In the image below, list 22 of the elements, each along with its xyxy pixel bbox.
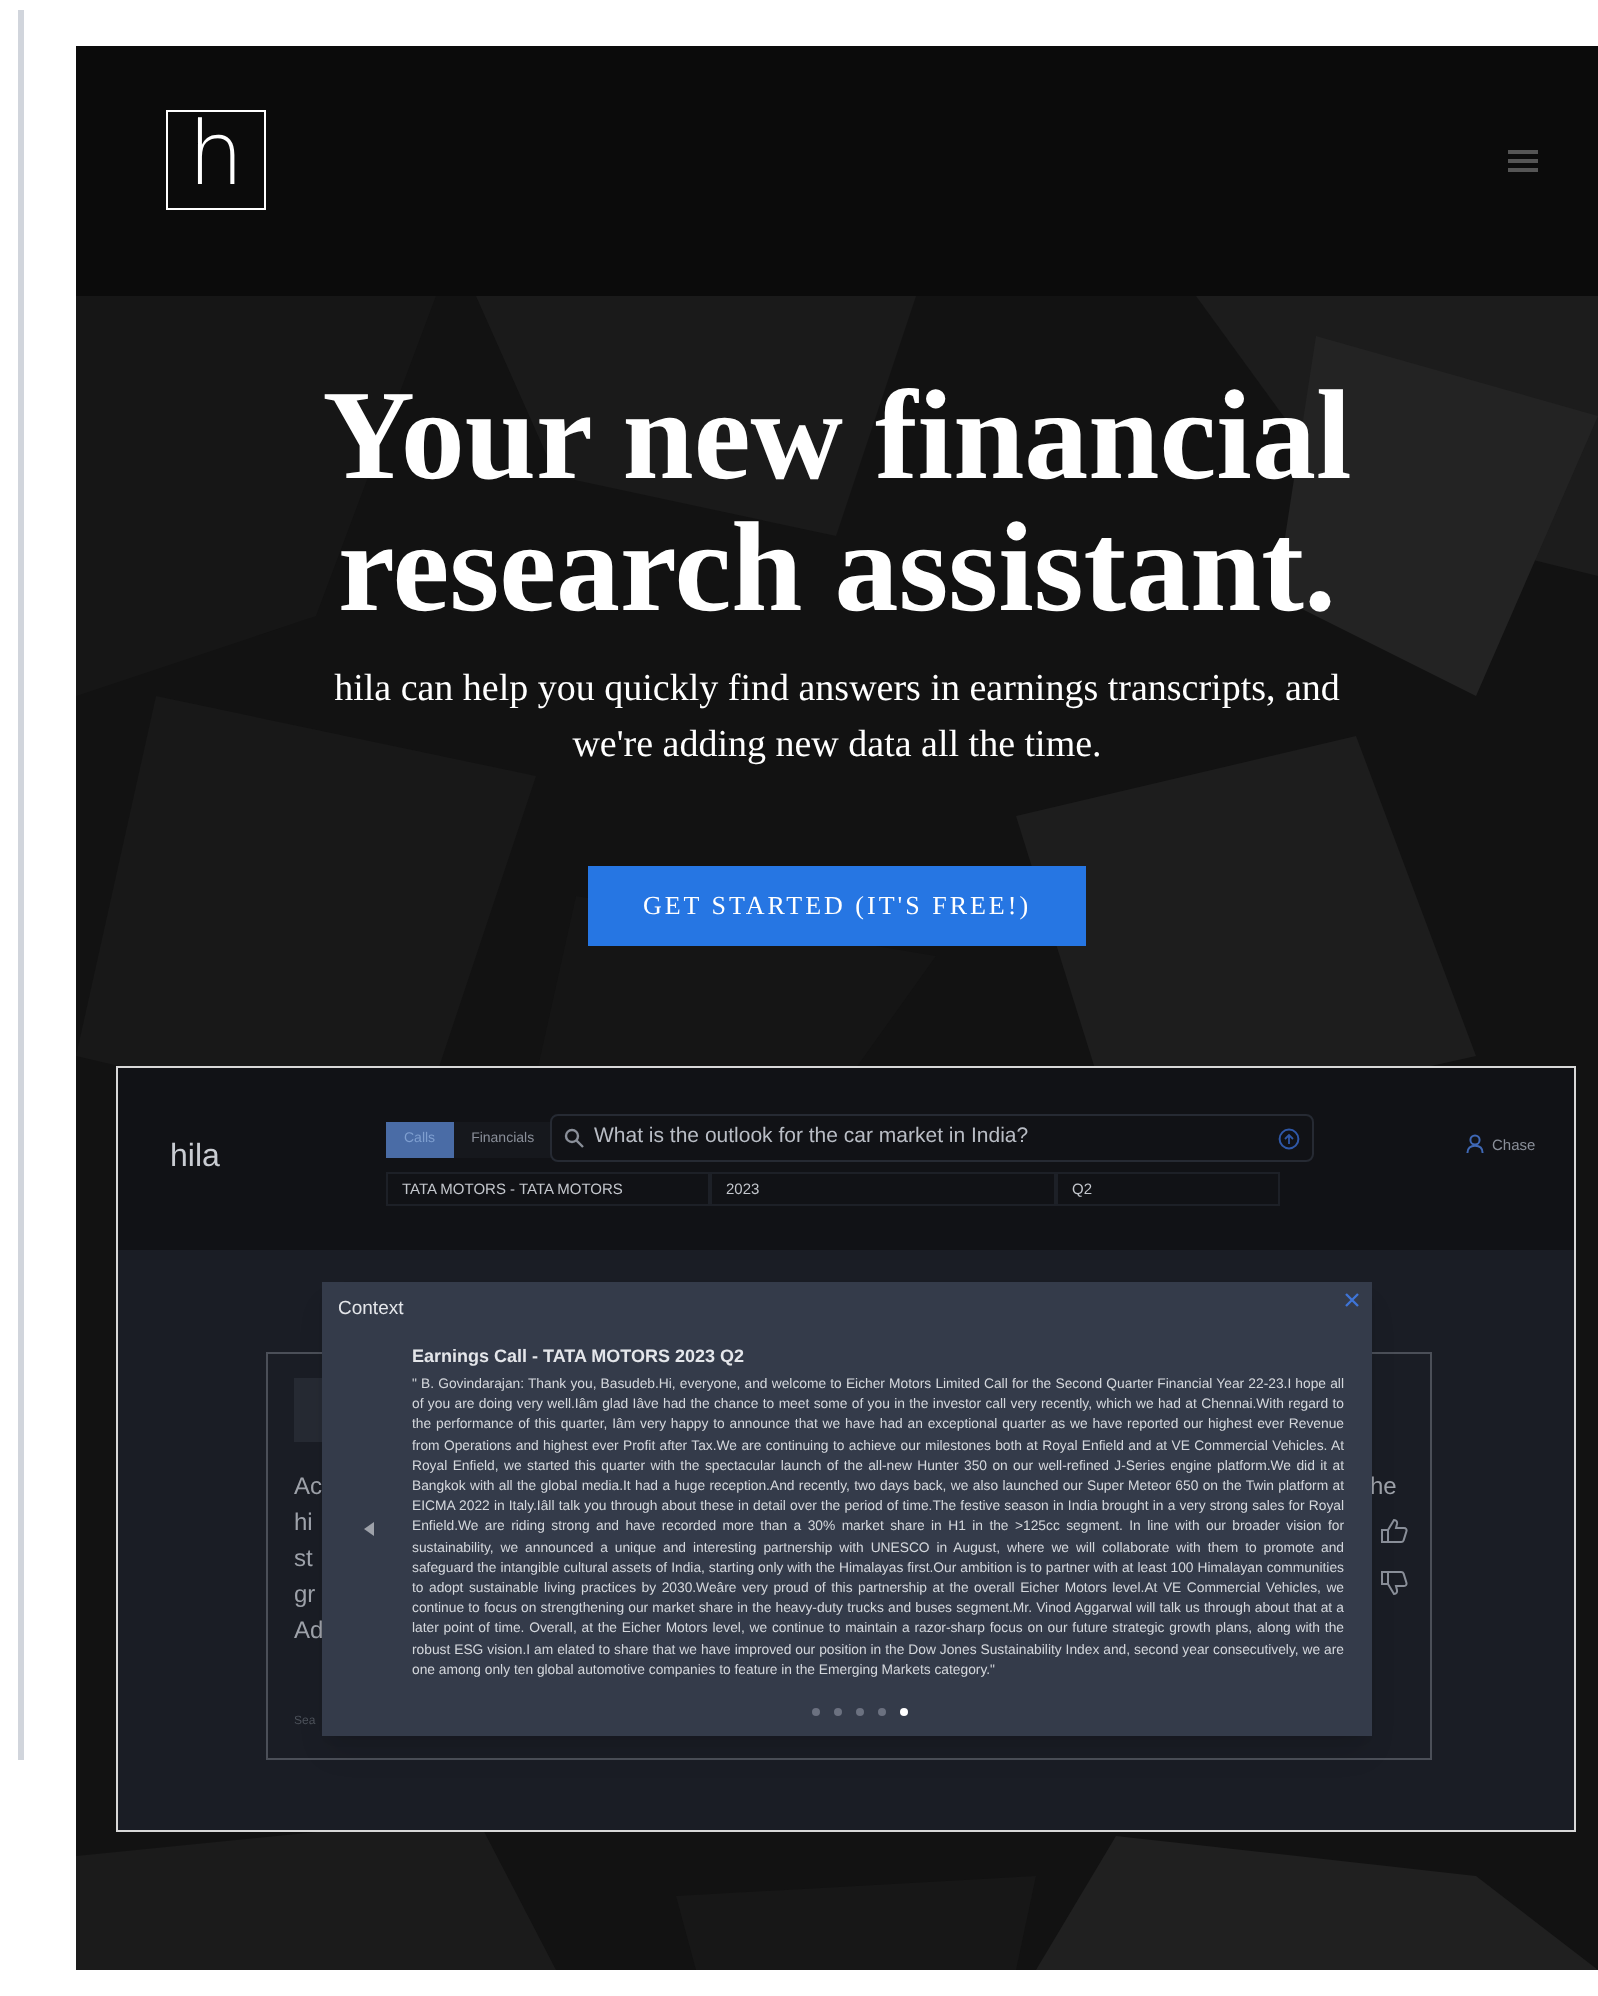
headline: Your new financial research assistant. <box>320 370 1354 634</box>
answer-text: gr <box>294 1578 318 1612</box>
subtitle: hila can help you quickly find answers in earnings transcripts, and we're adding new data all the time. <box>332 666 1342 770</box>
answer-text: Ad <box>294 1614 324 1648</box>
modal-title: Context <box>338 1296 404 1324</box>
logo[interactable]: h <box>166 110 266 210</box>
user-icon[interactable] <box>1466 1134 1484 1154</box>
search-field[interactable]: What is the outlook for the car market in India? <box>550 1114 1314 1162</box>
thumbs-down-icon[interactable] <box>1380 1570 1408 1596</box>
thumbs-up-icon[interactable] <box>1380 1518 1408 1544</box>
previous-icon[interactable] <box>364 1522 374 1536</box>
answer-text: hi <box>294 1506 315 1540</box>
submit-icon[interactable] <box>1278 1127 1300 1149</box>
answer-text: st <box>294 1542 315 1576</box>
answer-text: Ac <box>294 1470 324 1504</box>
menu-icon[interactable] <box>1508 150 1538 172</box>
close-icon[interactable] <box>1344 1292 1360 1308</box>
search-icon <box>564 1128 584 1148</box>
app-brand: hila <box>170 1138 220 1178</box>
transcript-heading: Earnings Call - TATA MOTORS 2023 Q2 <box>412 1344 745 1370</box>
answer-text: he <box>1370 1470 1397 1504</box>
get-started-button[interactable]: GET STARTED (IT'S FREE!) <box>588 866 1086 946</box>
